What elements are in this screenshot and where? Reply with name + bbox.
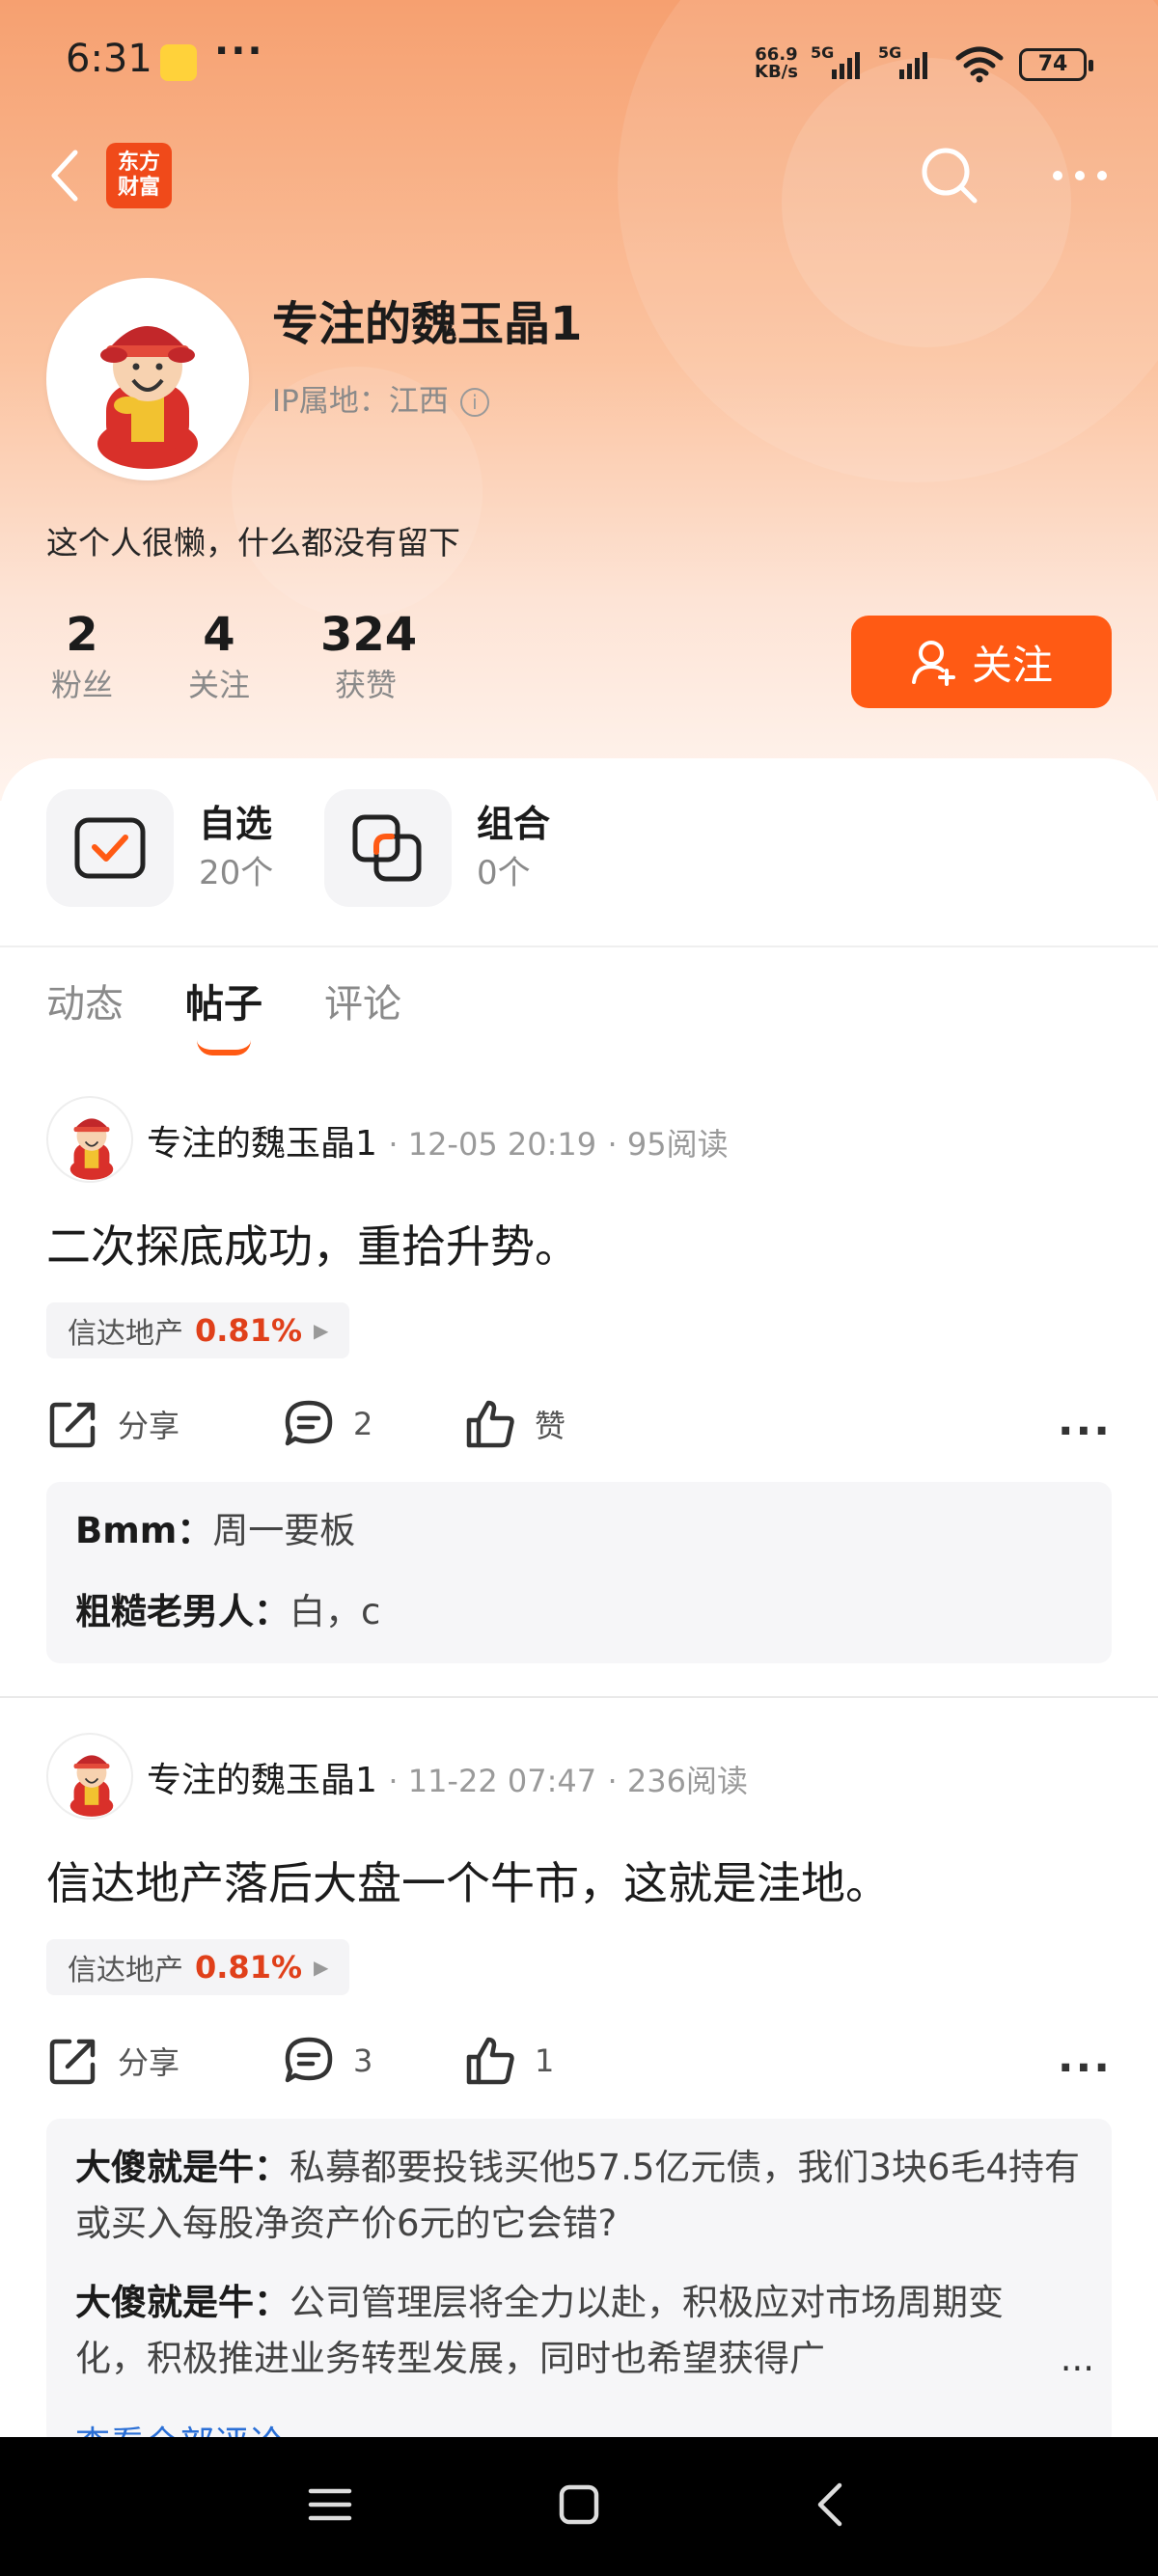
post-actions: 分享 2 赞 ··· (46, 1397, 1112, 1465)
comment-button[interactable]: 2 (282, 1397, 372, 1451)
post-actions: 分享 3 1 ··· (46, 2034, 1112, 2101)
profile-username: 专注的魏玉晶1 (272, 297, 583, 351)
tab-bar: 动态 帖子 评论 (46, 973, 463, 1055)
comment-button[interactable]: 3 (282, 2034, 372, 2088)
post-author[interactable]: 专注的魏玉晶1 (147, 1124, 377, 1164)
share-button[interactable]: 分享 (46, 2034, 179, 2088)
stat-likes[interactable]: 324 获赞 (320, 606, 417, 706)
status-more: ··· (214, 29, 264, 73)
thumbs-up-icon (466, 2037, 514, 2085)
share-button[interactable]: 分享 (46, 1397, 179, 1451)
search-icon[interactable] (915, 141, 984, 210)
info-icon[interactable]: i (459, 388, 489, 417)
comment-icon (285, 1400, 333, 1446)
menu-icon[interactable] (301, 2476, 359, 2534)
avatar[interactable] (46, 278, 249, 480)
follow-button[interactable]: 关注 (851, 616, 1112, 708)
network-speed: 66.9 KB/s (755, 44, 798, 82)
avatar[interactable] (46, 1096, 133, 1183)
watchlist-check-icon (74, 817, 146, 879)
post-title[interactable]: 信达地产落后大盘一个牛市，这就是洼地。 (46, 1849, 890, 1912)
post-meta: 专注的魏玉晶1 · 11-22 07:47 · 236阅读 (147, 1761, 748, 1800)
ip-location: IP属地：江西 i (272, 376, 489, 420)
post-time: 12-05 20:19 (407, 1126, 597, 1163)
system-navigation-bar (0, 2437, 1158, 2576)
home-icon[interactable] (550, 2476, 608, 2534)
comment-item: 大傻就是牛：公司管理层将全力以赴，积极应对市场周期变化，积极推进业务转型发展，同… (75, 2275, 1094, 2387)
post-reads: 95阅读 (626, 1126, 729, 1163)
svg-text:5G: 5G (878, 44, 901, 62)
stock-tag[interactable]: 信达地产 0.81% ▶ (46, 1939, 350, 1995)
back-icon[interactable] (42, 145, 91, 206)
comment-item: Bmm：周一要板 (75, 1510, 356, 1551)
god-of-wealth-avatar-icon (97, 326, 198, 469)
comment-preview[interactable]: Bmm：周一要板 粗糙老男人：白，c (46, 1482, 1112, 1663)
system-back-icon[interactable] (803, 2476, 861, 2534)
svg-text:5G: 5G (811, 44, 834, 62)
app-logo: 东方 财富 (106, 143, 172, 208)
profile-bio: 这个人很懒，什么都没有留下 (46, 524, 460, 562)
status-bar: 6:31 ··· 66.9 KB/s 5G 5G 74 (0, 0, 1158, 135)
divider (0, 1696, 1158, 1698)
battery-icon: 74 (1019, 48, 1093, 81)
god-of-wealth-avatar-icon (69, 1755, 114, 1817)
comment-item: 大傻就是牛：私募都要投钱买他57.5亿元债，我们3块6毛4持有或买入每股净资产价… (75, 2147, 1081, 2244)
tab-activity[interactable]: 动态 (46, 973, 124, 1028)
more-icon[interactable] (1046, 145, 1114, 206)
thumbs-up-icon (466, 1400, 514, 1448)
comment-icon (285, 2037, 333, 2083)
app-notification-icon (160, 44, 197, 81)
share-icon (49, 2039, 96, 2085)
share-icon (49, 1402, 96, 1448)
post-title[interactable]: 二次探底成功，重拾升势。 (46, 1212, 579, 1275)
like-button[interactable]: 1 (463, 2034, 554, 2088)
stat-fans[interactable]: 2 粉丝 (46, 606, 118, 706)
see-all-comments-link[interactable]: 查看全部评论 › (75, 2416, 309, 2437)
avatar[interactable] (46, 1733, 133, 1820)
tab-comments[interactable]: 评论 (324, 973, 401, 1028)
ellipsis: ... (1060, 2338, 1094, 2379)
more-icon[interactable]: ··· (1058, 2043, 1112, 2093)
comment-item: 粗糙老男人：白，c (75, 1591, 381, 1632)
caret-right-icon: ▶ (314, 1956, 329, 1979)
post-meta: 专注的魏玉晶1 · 12-05 20:19 · 95阅读 (147, 1124, 729, 1164)
post-author[interactable]: 专注的魏玉晶1 (147, 1761, 377, 1800)
tab-posts[interactable]: 帖子 (185, 973, 262, 1055)
stat-following[interactable]: 4 关注 (183, 606, 255, 706)
post-time: 11-22 07:47 (407, 1763, 597, 1799)
wifi-icon (955, 46, 1004, 83)
like-button[interactable]: 赞 (463, 1397, 565, 1451)
portfolio-icon (352, 814, 422, 882)
stock-tag[interactable]: 信达地产 0.81% ▶ (46, 1302, 350, 1358)
divider (0, 945, 1158, 947)
more-icon[interactable]: ··· (1058, 1407, 1112, 1456)
post-reads: 236阅读 (626, 1763, 748, 1799)
status-time: 6:31 (66, 37, 152, 81)
watchlist-card[interactable]: 自选 20个 (46, 789, 273, 907)
signal-icon: 5G (878, 44, 927, 79)
signal-icon: 5G (811, 44, 860, 79)
add-user-icon (911, 641, 955, 686)
portfolio-card[interactable]: 组合 0个 (324, 789, 550, 907)
caret-right-icon: ▶ (314, 1319, 329, 1342)
comment-preview[interactable]: 大傻就是牛：私募都要投钱买他57.5亿元债，我们3块6毛4持有或买入每股净资产价… (46, 2119, 1112, 2447)
god-of-wealth-avatar-icon (69, 1118, 114, 1180)
